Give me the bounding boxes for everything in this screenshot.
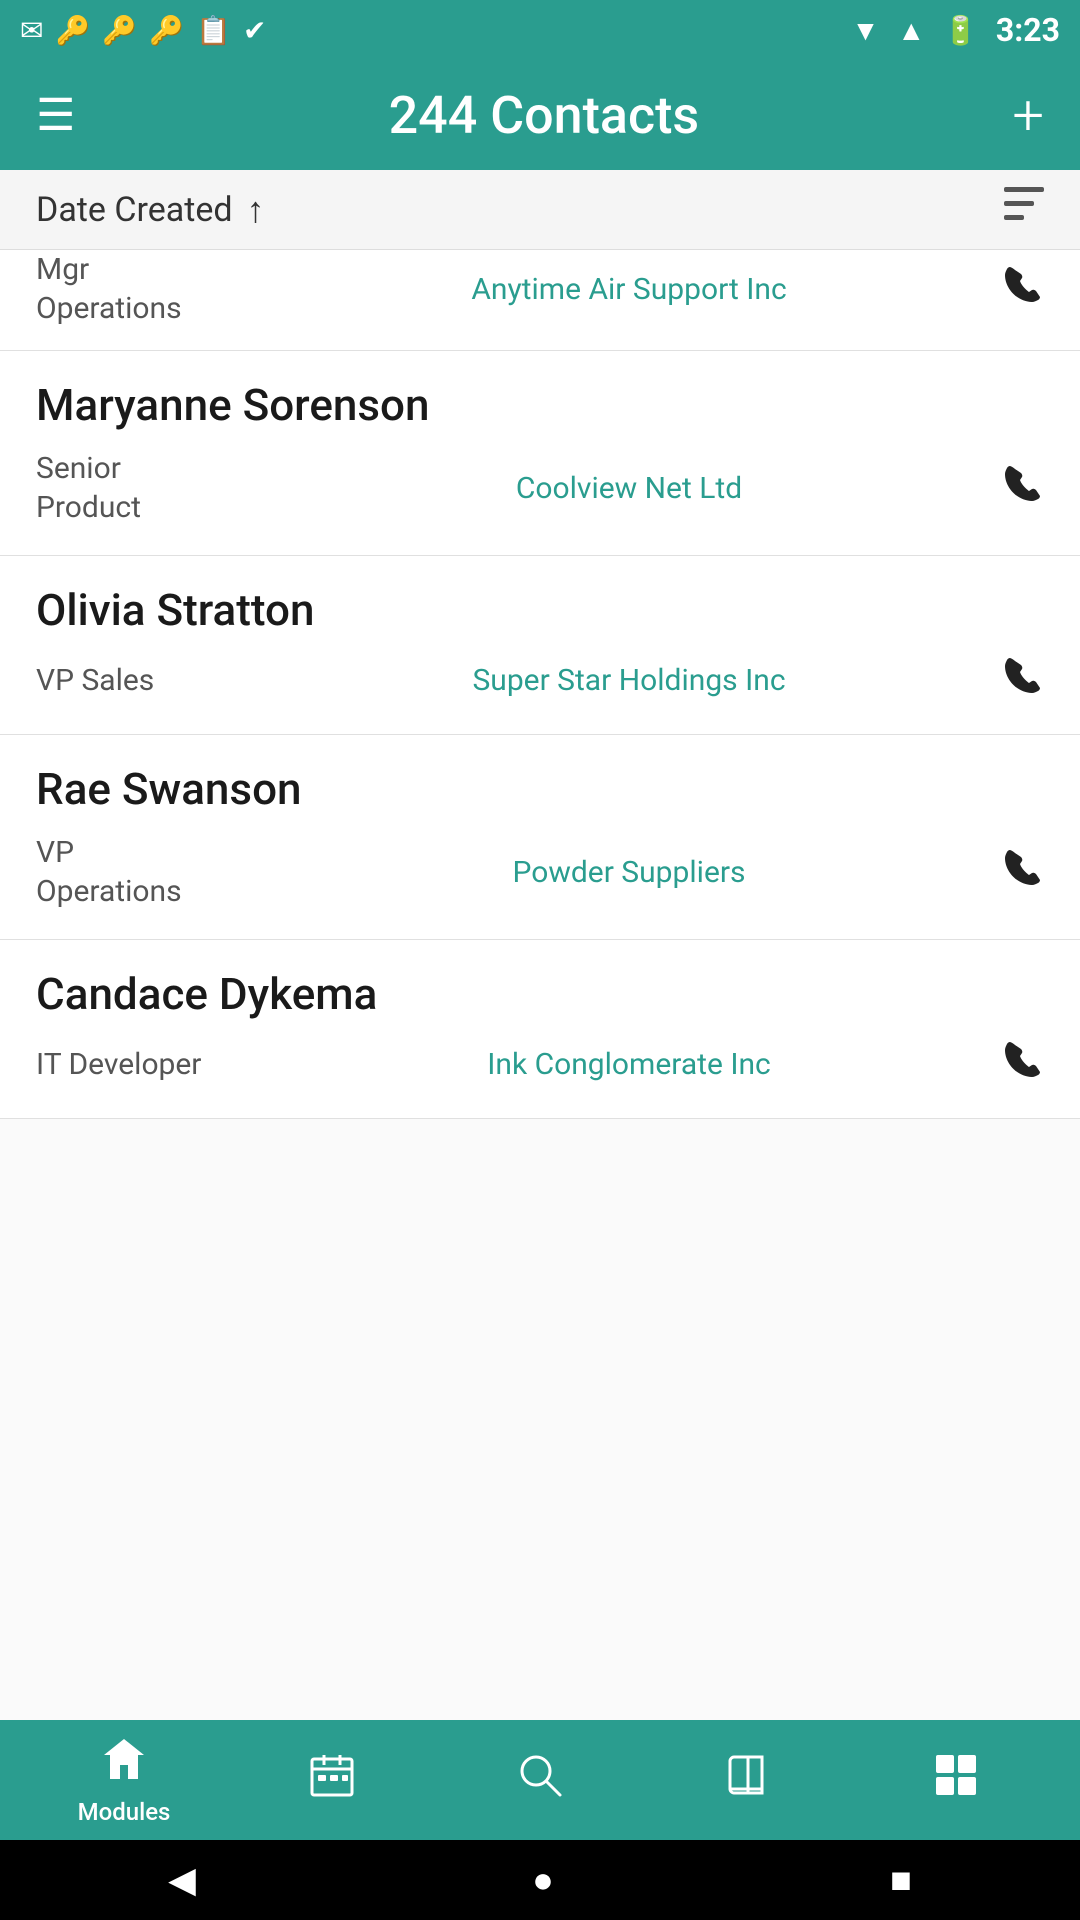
nav-item-grid[interactable]	[896, 1751, 1016, 1810]
nav-item-calendar[interactable]	[272, 1751, 392, 1810]
contact-detail: VPOperations Powder Suppliers	[36, 833, 1044, 911]
list-item[interactable]: Maryanne Sorenson SeniorProduct Coolview…	[0, 351, 1080, 556]
contact-role: MgrOperations	[36, 250, 256, 328]
key-icon-1: 🔑	[55, 14, 90, 47]
contact-company[interactable]: Ink Conglomerate Inc	[256, 1047, 1002, 1082]
phone-icon[interactable]	[1002, 654, 1044, 706]
contact-detail: MgrOperations Anytime Air Support Inc	[36, 250, 1044, 328]
contact-role: IT Developer	[36, 1045, 256, 1084]
calendar-icon	[308, 1751, 356, 1810]
home-button[interactable]: ●	[532, 1859, 554, 1901]
sort-bar[interactable]: Date Created ↑	[0, 170, 1080, 250]
clipboard-icon: 📋	[196, 14, 231, 47]
status-icons: ✉ 🔑 🔑 🔑 📋 ✔	[20, 14, 266, 47]
contact-detail: VP Sales Super Star Holdings Inc	[36, 654, 1044, 706]
filter-icon[interactable]	[1004, 187, 1044, 232]
list-item[interactable]: Olivia Stratton VP Sales Super Star Hold…	[0, 556, 1080, 735]
contact-role: VPOperations	[36, 833, 256, 911]
list-item[interactable]: Rae Swanson VPOperations Powder Supplier…	[0, 735, 1080, 940]
bottom-nav: Modules	[0, 1720, 1080, 1840]
key-icon-3: 🔑	[149, 14, 184, 47]
contact-company[interactable]: Anytime Air Support Inc	[256, 272, 1002, 307]
back-button[interactable]: ◀	[168, 1859, 196, 1901]
battery-icon: 🔋	[943, 14, 978, 47]
contact-role: SeniorProduct	[36, 449, 256, 527]
phone-icon[interactable]	[1002, 1038, 1044, 1090]
add-contact-button[interactable]: +	[1012, 82, 1044, 148]
sort-by-label: Date Created	[36, 190, 233, 230]
list-item[interactable]: MgrOperations Anytime Air Support Inc	[0, 250, 1080, 351]
wifi-icon: ▼	[852, 14, 880, 47]
signal-icon: ▲	[897, 14, 925, 47]
recent-button[interactable]: ■	[890, 1859, 912, 1901]
status-bar: ✉ 🔑 🔑 🔑 📋 ✔ ▼ ▲ 🔋 3:23	[0, 0, 1080, 60]
key-icon-2: 🔑	[102, 14, 137, 47]
android-nav: ◀ ● ■	[0, 1840, 1080, 1920]
search-icon	[516, 1751, 564, 1810]
grid-icon	[932, 1751, 980, 1810]
phone-icon[interactable]	[1002, 263, 1044, 315]
contact-company[interactable]: Powder Suppliers	[256, 855, 1002, 890]
page-title: 244 Contacts	[75, 85, 1012, 146]
contact-company[interactable]: Coolview Net Ltd	[256, 471, 1002, 506]
sort-label[interactable]: Date Created ↑	[36, 189, 265, 231]
contact-detail: SeniorProduct Coolview Net Ltd	[36, 449, 1044, 527]
nav-label-modules: Modules	[78, 1798, 171, 1826]
book-icon	[724, 1751, 772, 1810]
nav-item-search[interactable]	[480, 1751, 600, 1810]
status-time: 3:23	[996, 11, 1060, 49]
home-icon	[100, 1735, 148, 1792]
contact-name: Candace Dykema	[36, 968, 1044, 1020]
menu-button[interactable]: ☰	[36, 93, 75, 137]
app-header: ☰ 244 Contacts +	[0, 60, 1080, 170]
sort-arrow-icon: ↑	[247, 189, 265, 231]
contact-detail: IT Developer Ink Conglomerate Inc	[36, 1038, 1044, 1090]
contact-company[interactable]: Super Star Holdings Inc	[256, 663, 1002, 698]
nav-item-modules[interactable]: Modules	[64, 1735, 184, 1826]
mail-icon: ✉	[20, 14, 43, 47]
contact-list: MgrOperations Anytime Air Support Inc Ma…	[0, 250, 1080, 1720]
contact-name: Rae Swanson	[36, 763, 1044, 815]
list-item[interactable]: Candace Dykema IT Developer Ink Conglome…	[0, 940, 1080, 1119]
nav-item-book[interactable]	[688, 1751, 808, 1810]
check-icon: ✔	[243, 14, 266, 47]
phone-icon[interactable]	[1002, 846, 1044, 898]
contact-name: Olivia Stratton	[36, 584, 1044, 636]
contact-name: Maryanne Sorenson	[36, 379, 1044, 431]
contact-role: VP Sales	[36, 661, 256, 700]
phone-icon[interactable]	[1002, 462, 1044, 514]
